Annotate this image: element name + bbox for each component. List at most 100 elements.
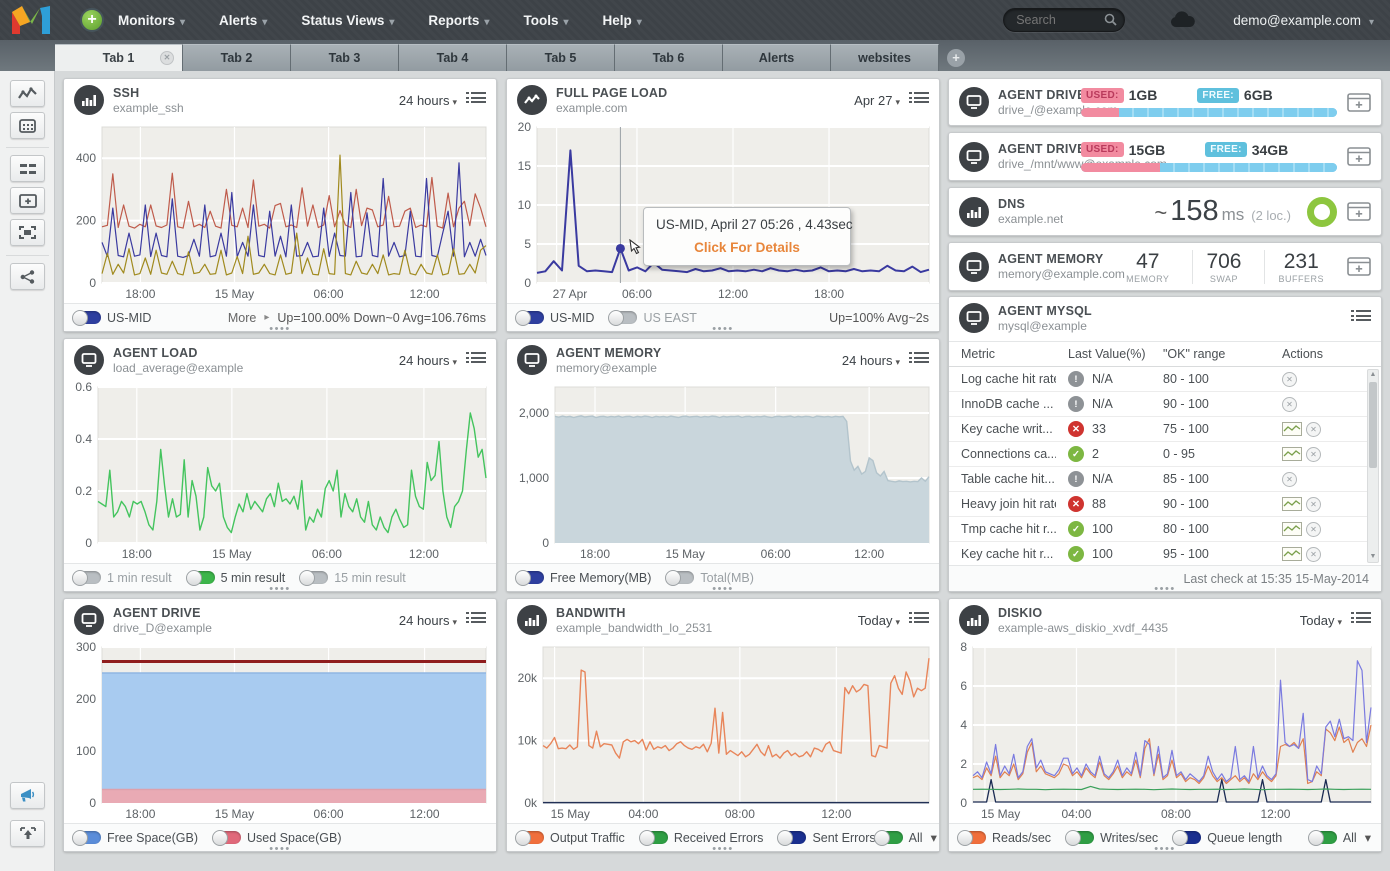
menu-help[interactable]: Help ▾ [602,13,641,28]
toggle-us-mid[interactable]: US-MID [515,309,594,326]
toggle-total-mb[interactable]: Total(MB) [665,569,754,586]
toggle-free-memory-mb[interactable]: Free Memory(MB) [515,569,651,586]
scrollbar-thumb[interactable] [1369,382,1377,468]
toggle-15-min-result[interactable]: 15 min result [299,569,406,586]
remove-metric-icon[interactable]: ✕ [1282,396,1297,412]
sparkline-action-icon[interactable] [1282,497,1302,511]
widget-menu-icon[interactable] [466,350,486,371]
widget-menu-icon[interactable] [909,90,929,111]
tab-tab-6[interactable]: Tab 6 [615,44,723,71]
remove-metric-icon[interactable]: ✕ [1282,371,1297,387]
remove-metric-icon[interactable]: ✕ [1306,421,1321,437]
tab-tab-2[interactable]: Tab 2 [183,44,291,71]
resize-grip[interactable]: •••• [269,584,290,595]
tab-tab-4[interactable]: Tab 4 [399,44,507,71]
chart-canvas[interactable]: 0 0.2 0.4 0.6 18:00 15 May 06:00 12:00 [64,380,496,563]
chart-area[interactable]: 0 2 4 6 8 15 May 04:00 08:00 12:00 [949,640,1381,823]
add-tab-button[interactable]: + [947,49,965,67]
remove-metric-icon[interactable]: ✕ [1306,496,1321,512]
menu-reports[interactable]: Reports ▾ [428,13,489,28]
period-dropdown[interactable]: 24 hours ▾ [399,353,457,368]
fullscreen-button[interactable] [10,219,45,246]
menu-alerts[interactable]: Alerts ▾ [219,13,267,28]
tab-tab-3[interactable]: Tab 3 [291,44,399,71]
chart-view-button[interactable] [10,80,45,107]
chart-canvas[interactable]: 0 100 200 300 18:00 15 May 06:00 12:00 [64,640,496,823]
add-window-button[interactable] [10,187,45,214]
account-menu[interactable]: demo@example.com ▾ [1233,13,1374,28]
resize-grip[interactable]: •••• [712,584,733,595]
add-to-window-button[interactable] [1347,147,1371,166]
toggle-us-east[interactable]: US EAST [608,309,697,326]
tab-websites[interactable]: websites [831,44,939,71]
list-view-button[interactable] [10,155,45,182]
chart-area[interactable]: 0 1,000 2,000 18:00 15 May 06:00 12:00 [507,381,939,563]
collapse-upload-button[interactable] [10,820,45,847]
chart-area[interactable]: 0 0.2 0.4 0.6 18:00 15 May 06:00 12:00 [64,380,496,563]
toggle-us-mid[interactable]: US-MID [72,309,151,326]
resize-grip[interactable]: •••• [712,844,733,855]
close-icon[interactable]: ✕ [160,51,174,65]
toggle-1-min-result[interactable]: 1 min result [72,569,172,586]
menu-monitors[interactable]: Monitors ▾ [118,13,185,28]
period-dropdown[interactable]: 24 hours ▾ [399,613,457,628]
toggle-sent-errors[interactable]: Sent Errors [777,829,876,846]
period-dropdown[interactable]: 24 hours ▾ [399,93,457,108]
sparkline-action-icon[interactable] [1282,547,1302,561]
menu-status-views[interactable]: Status Views ▾ [301,13,394,28]
resize-grip[interactable]: •••• [1154,584,1175,595]
widget-menu-icon[interactable] [909,350,929,371]
toggle-all[interactable]: All [1307,829,1357,846]
more-link[interactable]: More [228,311,256,325]
tooltip-details-link[interactable]: Click For Details [656,240,838,255]
scroll-down-icon[interactable]: ▼ [1368,552,1378,562]
scroll-up-icon[interactable]: ▲ [1368,370,1378,380]
chart-area[interactable]: 0k 10k 20k 15 May 04:00 08:00 12:00 [507,641,939,823]
remove-metric-icon[interactable]: ✕ [1306,521,1321,537]
widget-menu-icon[interactable] [466,90,486,111]
toggle-writes-sec[interactable]: Writes/sec [1065,829,1158,846]
tab-tab-5[interactable]: Tab 5 [507,44,615,71]
period-dropdown[interactable]: Today ▾ [1300,613,1342,628]
add-to-window-button[interactable] [1347,202,1371,221]
resize-grip[interactable]: •••• [269,844,290,855]
toggle-free-space-gb[interactable]: Free Space(GB) [72,829,198,846]
remove-metric-icon[interactable]: ✕ [1306,546,1321,562]
chart-canvas[interactable]: 0 2 4 6 8 15 May 04:00 08:00 12:00 [949,640,1381,823]
chevron-down-icon[interactable]: ▾ [1365,830,1371,845]
cloud-icon[interactable] [1169,11,1197,29]
period-dropdown[interactable]: Today ▾ [858,613,900,628]
chart-canvas[interactable]: 0 1,000 2,000 18:00 15 May 06:00 12:00 [507,381,939,563]
toggle-all[interactable]: All [873,829,923,846]
chart-canvas[interactable]: 0k 10k 20k 15 May 04:00 08:00 12:00 [507,641,939,823]
resize-grip[interactable]: •••• [712,324,733,335]
menu-tools[interactable]: Tools ▾ [523,13,568,28]
sparkline-action-icon[interactable] [1282,422,1302,436]
widget-menu-icon[interactable] [466,610,486,631]
search-icon[interactable] [1104,13,1117,26]
period-dropdown[interactable]: 24 hours ▾ [842,353,900,368]
chart-area[interactable]: 0 200 400 18:00 15 May 06:00 12:00 [64,121,496,303]
calendar-button[interactable] [10,112,45,139]
tab-alerts[interactable]: Alerts [723,44,831,71]
remove-metric-icon[interactable]: ✕ [1282,471,1297,487]
resize-grip[interactable]: •••• [1154,844,1175,855]
widget-menu-icon[interactable] [1351,308,1371,329]
remove-metric-icon[interactable]: ✕ [1306,446,1321,462]
period-dropdown[interactable]: Apr 27 ▾ [854,93,900,108]
add-monitor-button[interactable]: + [80,8,104,32]
toggle-output-traffic[interactable]: Output Traffic [515,829,625,846]
chevron-down-icon[interactable]: ▾ [931,830,937,845]
resize-grip[interactable]: •••• [269,324,290,335]
chart-area[interactable]: 0 100 200 300 18:00 15 May 06:00 12:00 [64,640,496,823]
toggle-received-errors[interactable]: Received Errors [638,829,763,846]
add-to-window-button[interactable] [1347,257,1371,276]
table-scrollbar[interactable]: ▲ ▼ [1367,369,1379,563]
widget-menu-icon[interactable] [1351,610,1371,631]
toggle-reads-sec[interactable]: Reads/sec [957,829,1051,846]
tab-tab-1[interactable]: Tab 1 ✕ [55,44,183,71]
add-to-window-button[interactable] [1347,92,1371,112]
sparkline-action-icon[interactable] [1282,522,1302,536]
share-button[interactable] [10,263,45,290]
chart-canvas[interactable]: 0 200 400 18:00 15 May 06:00 12:00 [64,121,496,303]
